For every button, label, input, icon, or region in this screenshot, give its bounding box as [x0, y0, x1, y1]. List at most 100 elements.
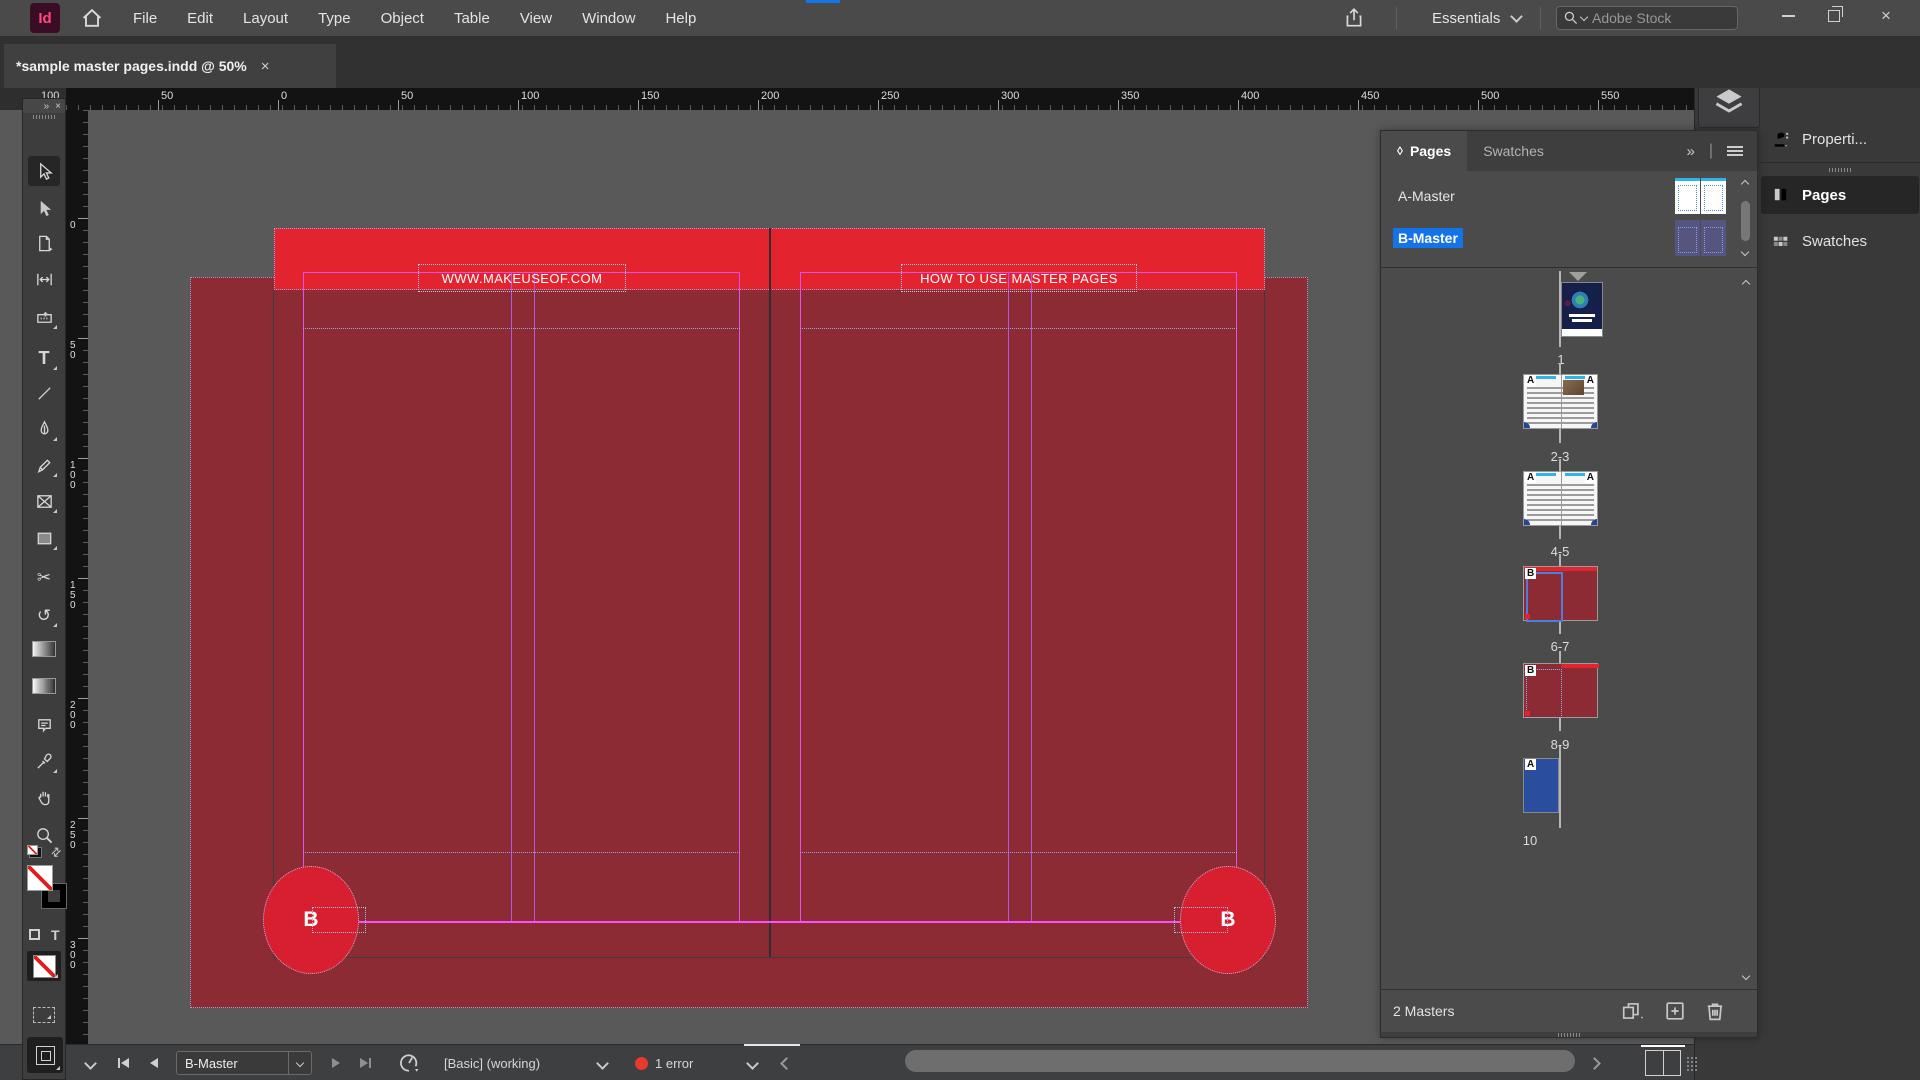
search-input[interactable]: Adobe Stock: [1556, 6, 1738, 30]
tools-panel: » × T✂↺ ⇄ T: [22, 98, 66, 1080]
menu-type[interactable]: Type: [303, 10, 366, 27]
page-tool[interactable]: [28, 228, 60, 258]
formatting-container-icon[interactable]: [29, 929, 40, 940]
share-icon[interactable]: [1342, 7, 1366, 29]
vertical-ruler[interactable]: 05 01 0 01 5 02 0 02 5 03 0 0: [66, 110, 88, 1044]
gradient-swatch-tool[interactable]: [28, 634, 60, 664]
panel-resize-grip[interactable]: [1381, 1032, 1757, 1037]
master-row-a-master[interactable]: A-Master: [1381, 177, 1737, 215]
selection-tool[interactable]: [28, 156, 60, 186]
note-tool[interactable]: [28, 710, 60, 740]
menu-file[interactable]: File: [118, 10, 172, 27]
close-tab-icon[interactable]: ×: [261, 58, 270, 75]
close-button[interactable]: ×: [1864, 0, 1908, 32]
column-guide: [1008, 272, 1009, 923]
tools-panel-header[interactable]: » ×: [23, 99, 65, 113]
default-swatches-icon[interactable]: [29, 847, 42, 858]
master-label[interactable]: B-Master: [1393, 228, 1463, 248]
frame-tool[interactable]: [28, 486, 60, 516]
preflight-menu-icon[interactable]: [598, 1045, 607, 1080]
panel-collapse-icon[interactable]: »: [1687, 143, 1695, 160]
flyout-indicator-icon: [53, 546, 57, 550]
scroll-right-icon[interactable]: [1590, 1045, 1599, 1080]
resize-grip[interactable]: [1686, 1056, 1698, 1072]
dock-item-properti[interactable]: Properti...: [1761, 120, 1919, 158]
master-prefix: A: [1525, 472, 1536, 483]
indesign-logo[interactable]: Id: [30, 3, 60, 33]
fill-swatch-none[interactable]: [27, 865, 53, 891]
spread-view-toggle[interactable]: [1645, 1050, 1681, 1076]
right-header-text-frame[interactable]: HOW TO USE MASTER PAGES: [901, 264, 1137, 292]
horizontal-scrollbar[interactable]: [905, 1050, 1575, 1072]
edit-page-size-button[interactable]: [1619, 999, 1645, 1023]
masters-scrollbar[interactable]: [1739, 175, 1753, 263]
tab-pages[interactable]: ◊Pages: [1381, 131, 1467, 171]
page-label[interactable]: 1: [1531, 352, 1591, 367]
type-tool[interactable]: T: [28, 343, 60, 373]
workspace-switcher[interactable]: Essentials: [1432, 0, 1521, 36]
master-thumbnail[interactable]: [1675, 220, 1727, 256]
gradient-feather-tool[interactable]: [28, 671, 60, 701]
master-thumbnail[interactable]: [1675, 178, 1727, 214]
master-row-b-master[interactable]: B-Master: [1381, 219, 1737, 257]
free-transform-tool[interactable]: ↺: [28, 600, 60, 630]
apply-color-button[interactable]: [27, 951, 61, 981]
menu-table[interactable]: Table: [439, 10, 505, 27]
eyedropper-tool[interactable]: [28, 746, 60, 776]
tab-swatches[interactable]: Swatches: [1467, 131, 1560, 171]
create-new-page-button[interactable]: [1663, 999, 1687, 1023]
page-label[interactable]: 10: [1500, 833, 1560, 848]
panel-grip[interactable]: [23, 113, 65, 121]
scroll-down-icon[interactable]: [1742, 972, 1750, 980]
page-select-dropdown[interactable]: B-Master: [176, 1051, 312, 1075]
menu-object[interactable]: Object: [366, 10, 439, 27]
formatting-text-icon[interactable]: T: [51, 927, 60, 943]
pencil-tool[interactable]: [28, 450, 60, 480]
zoom-level-dropdown[interactable]: [86, 1045, 95, 1080]
direct-selection-tool[interactable]: [28, 193, 60, 223]
scroll-left-icon[interactable]: [782, 1045, 791, 1080]
delete-page-button[interactable]: [1703, 999, 1727, 1023]
panel-menu-icon[interactable]: [1727, 146, 1743, 156]
screen-mode-button[interactable]: [27, 1037, 63, 1073]
ruler-label: 500: [1481, 90, 1499, 102]
preflight-icon[interactable]: [398, 1045, 420, 1080]
menu-layout[interactable]: Layout: [228, 10, 303, 27]
hand-tool[interactable]: [28, 782, 60, 812]
menu-window[interactable]: Window: [567, 10, 650, 27]
rectangle-tool[interactable]: [28, 523, 60, 553]
panel-grip[interactable]: [1829, 168, 1851, 172]
dock-item-swatches[interactable]: Swatches: [1761, 222, 1919, 260]
minimize-button[interactable]: [1766, 0, 1810, 32]
content-collector-tool[interactable]: [28, 302, 60, 332]
expand-panel-icon[interactable]: »: [44, 101, 50, 112]
scroll-up-icon[interactable]: [1742, 280, 1750, 288]
document-tab[interactable]: *sample master pages.indd @ 50% ×: [4, 44, 336, 88]
previous-page-button[interactable]: [150, 1045, 158, 1080]
error-status[interactable]: 1 error: [635, 1045, 693, 1080]
first-page-button[interactable]: [118, 1045, 129, 1080]
dock-item-pages[interactable]: Pages: [1761, 176, 1919, 214]
home-icon[interactable]: [80, 6, 106, 30]
line-tool[interactable]: [28, 378, 60, 408]
menu-help[interactable]: Help: [650, 10, 711, 27]
last-page-button[interactable]: [360, 1045, 371, 1080]
insert-marker-icon: [1569, 272, 1587, 281]
menu-edit[interactable]: Edit: [172, 10, 228, 27]
pen-tool[interactable]: [28, 414, 60, 444]
left-header-text-frame[interactable]: WWW.MAKEUSEOF.COM: [418, 264, 626, 292]
ruler-label: 0: [281, 90, 287, 102]
close-icon[interactable]: ×: [55, 101, 61, 112]
scissors-tool[interactable]: ✂: [28, 562, 60, 592]
gap-tool[interactable]: [28, 264, 60, 294]
gridify-tool[interactable]: [33, 1007, 55, 1023]
next-page-button[interactable]: [332, 1045, 340, 1080]
layers-icon: [1711, 84, 1747, 120]
menu-view[interactable]: View: [505, 10, 567, 27]
preflight-profile[interactable]: [Basic] (working): [444, 1045, 540, 1080]
horizontal-ruler[interactable]: 10050050100150200250300350400450500550: [66, 88, 1694, 110]
restore-button[interactable]: [1812, 0, 1856, 32]
spine-axis: [1559, 746, 1561, 828]
status-menu-icon[interactable]: [748, 1045, 757, 1080]
master-label[interactable]: A-Master: [1393, 186, 1460, 206]
